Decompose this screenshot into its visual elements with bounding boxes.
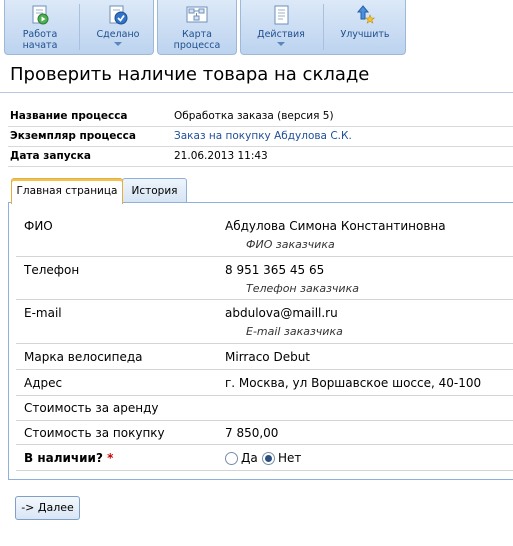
process-name-value: Обработка заказа (версия 5) [174,110,334,122]
work-started-button[interactable]: Работа начата [5,0,75,54]
bike-value: Mirraco Debut [225,350,311,364]
toolbar-separator [323,4,324,50]
required-marker: * [107,451,114,465]
start-date-value: 21.06.2013 11:43 [174,150,268,162]
process-map-label-line2: процесса [173,40,221,51]
next-button[interactable]: -> Далее [15,496,80,520]
process-map-button[interactable]: Карта процесса [158,0,236,54]
improve-label: Улучшить [340,29,390,40]
info-row-process-name: Название процесса Обработка заказа (верс… [8,106,513,127]
toolbar-separator [79,4,80,50]
fio-value: Абдулова Симона Константиновна [225,219,446,233]
rent-label: Стоимость за аренду [24,401,159,415]
toolbar-group-actions: Действия Улучшить [240,0,406,55]
in-stock-label: В наличии? * [24,451,113,465]
email-hint: E-mail заказчика [246,325,343,338]
tab-main-page[interactable]: Главная страница [11,178,123,204]
buy-label: Стоимость за покупку [24,426,165,440]
page-title: Проверить наличие товара на складе [10,64,370,85]
form-row-bike: Марка велосипеда Mirraco Debut [16,344,513,370]
document-checkmark-icon [109,5,128,25]
instance-label: Экземпляр процесса [10,130,136,142]
form-row-buy: Стоимость за покупку 7 850,00 [16,421,513,445]
form-row-fio: ФИО Абдулова Симона Константиновна ФИО з… [16,212,513,257]
phone-value: 8 951 365 45 65 [225,263,325,277]
play-document-icon [32,5,49,25]
form-row-phone: Телефон 8 951 365 45 65 Телефон заказчик… [16,257,513,300]
address-label: Адрес [24,376,63,390]
fio-hint: ФИО заказчика [246,238,335,251]
done-button[interactable]: Сделано [83,0,153,54]
actions-document-icon [274,5,289,25]
improve-star-icon [356,5,376,24]
in-stock-label-text: В наличии? [24,451,103,465]
done-label: Сделано [96,29,140,40]
info-row-start-date: Дата запуска 21.06.2013 11:43 [8,146,513,167]
in-stock-no-label[interactable]: Нет [278,451,301,465]
work-started-label-line1: Работа [22,29,58,40]
buy-value: 7 850,00 [225,426,279,440]
improve-button[interactable]: Улучшить [325,0,405,54]
actions-label: Действия [257,29,305,40]
phone-label: Телефон [24,263,80,277]
process-map-label-line1: Карта [182,29,212,40]
in-stock-yes-radio[interactable] [225,452,238,465]
form-row-address: Адрес г. Москва, ул Воршавское шоссе, 40… [16,370,513,396]
form-row-rent: Стоимость за аренду [16,396,513,421]
chevron-down-icon [114,42,122,46]
address-value: г. Москва, ул Воршавское шоссе, 40-100 [225,376,482,390]
toolbar-group-status: Работа начата Сделано [4,0,154,55]
in-stock-yes-label[interactable]: Да [241,451,258,465]
work-started-label-line2: начата [22,40,58,51]
phone-hint: Телефон заказчика [246,282,359,295]
in-stock-no-radio[interactable] [262,452,275,465]
title-divider [0,92,513,93]
bike-label: Марка велосипеда [24,350,143,364]
toolbar-group-map: Карта процесса [157,0,237,55]
process-name-label: Название процесса [10,110,128,122]
form-row-in-stock: В наличии? * Да Нет [16,445,513,471]
info-row-instance: Экземпляр процесса Заказ на покупку Абду… [8,126,513,147]
chevron-down-icon [277,42,285,46]
fio-label: ФИО [24,219,53,233]
form-row-email: E-mail abdulova@maill.ru E-mail заказчик… [16,300,513,344]
start-date-label: Дата запуска [10,150,91,162]
email-value: abdulova@maill.ru [225,306,338,320]
instance-link[interactable]: Заказ на покупку Абдулова С.К. [174,130,352,142]
toolbar: Работа начата Сделано Карта процесса Дей… [0,0,513,57]
actions-button[interactable]: Действия [241,0,321,54]
email-label: E-mail [24,306,62,320]
tab-history[interactable]: История [122,178,187,203]
process-map-icon [186,6,208,23]
